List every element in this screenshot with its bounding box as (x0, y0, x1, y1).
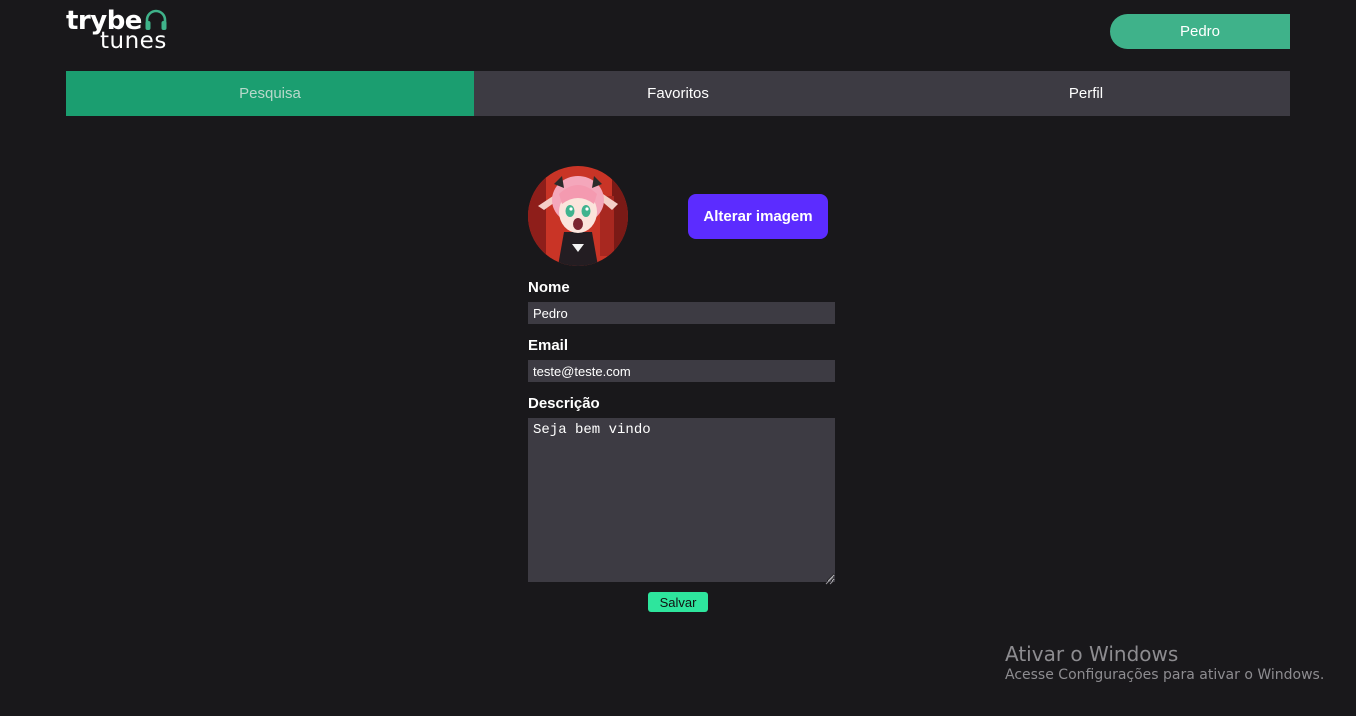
tab-label: Perfil (1068, 85, 1104, 102)
tab-label: Favoritos (647, 85, 709, 102)
resize-grip-icon[interactable] (825, 572, 834, 585)
tab-pesquisa[interactable]: Pesquisa (66, 71, 474, 116)
windows-activation-title: Ativar o Windows (1005, 642, 1179, 666)
user-name: Pedro (1179, 23, 1221, 40)
save-button[interactable]: Salvar (648, 592, 708, 612)
description-textarea[interactable]: Seja bem vindo (528, 418, 835, 582)
profile-avatar (528, 166, 628, 266)
email-label: Email (528, 337, 569, 354)
user-name-badge: Pedro (1110, 14, 1290, 49)
app-logo[interactable]: trybe tunes (66, 4, 176, 54)
name-input[interactable] (528, 302, 835, 324)
windows-activation-subtitle: Acesse Configurações para ativar o Windo… (1005, 667, 1325, 683)
tab-perfil[interactable]: Perfil (882, 71, 1290, 116)
name-label: Nome (528, 279, 570, 296)
change-image-button[interactable]: Alterar imagem (688, 194, 828, 239)
email-input[interactable] (528, 360, 835, 382)
tab-label: Pesquisa (239, 85, 301, 102)
tab-favoritos[interactable]: Favoritos (474, 71, 882, 116)
logo-text-bottom: tunes (100, 28, 167, 54)
main-nav: Pesquisa Favoritos Perfil (66, 71, 1290, 116)
description-label: Descrição (528, 395, 600, 412)
